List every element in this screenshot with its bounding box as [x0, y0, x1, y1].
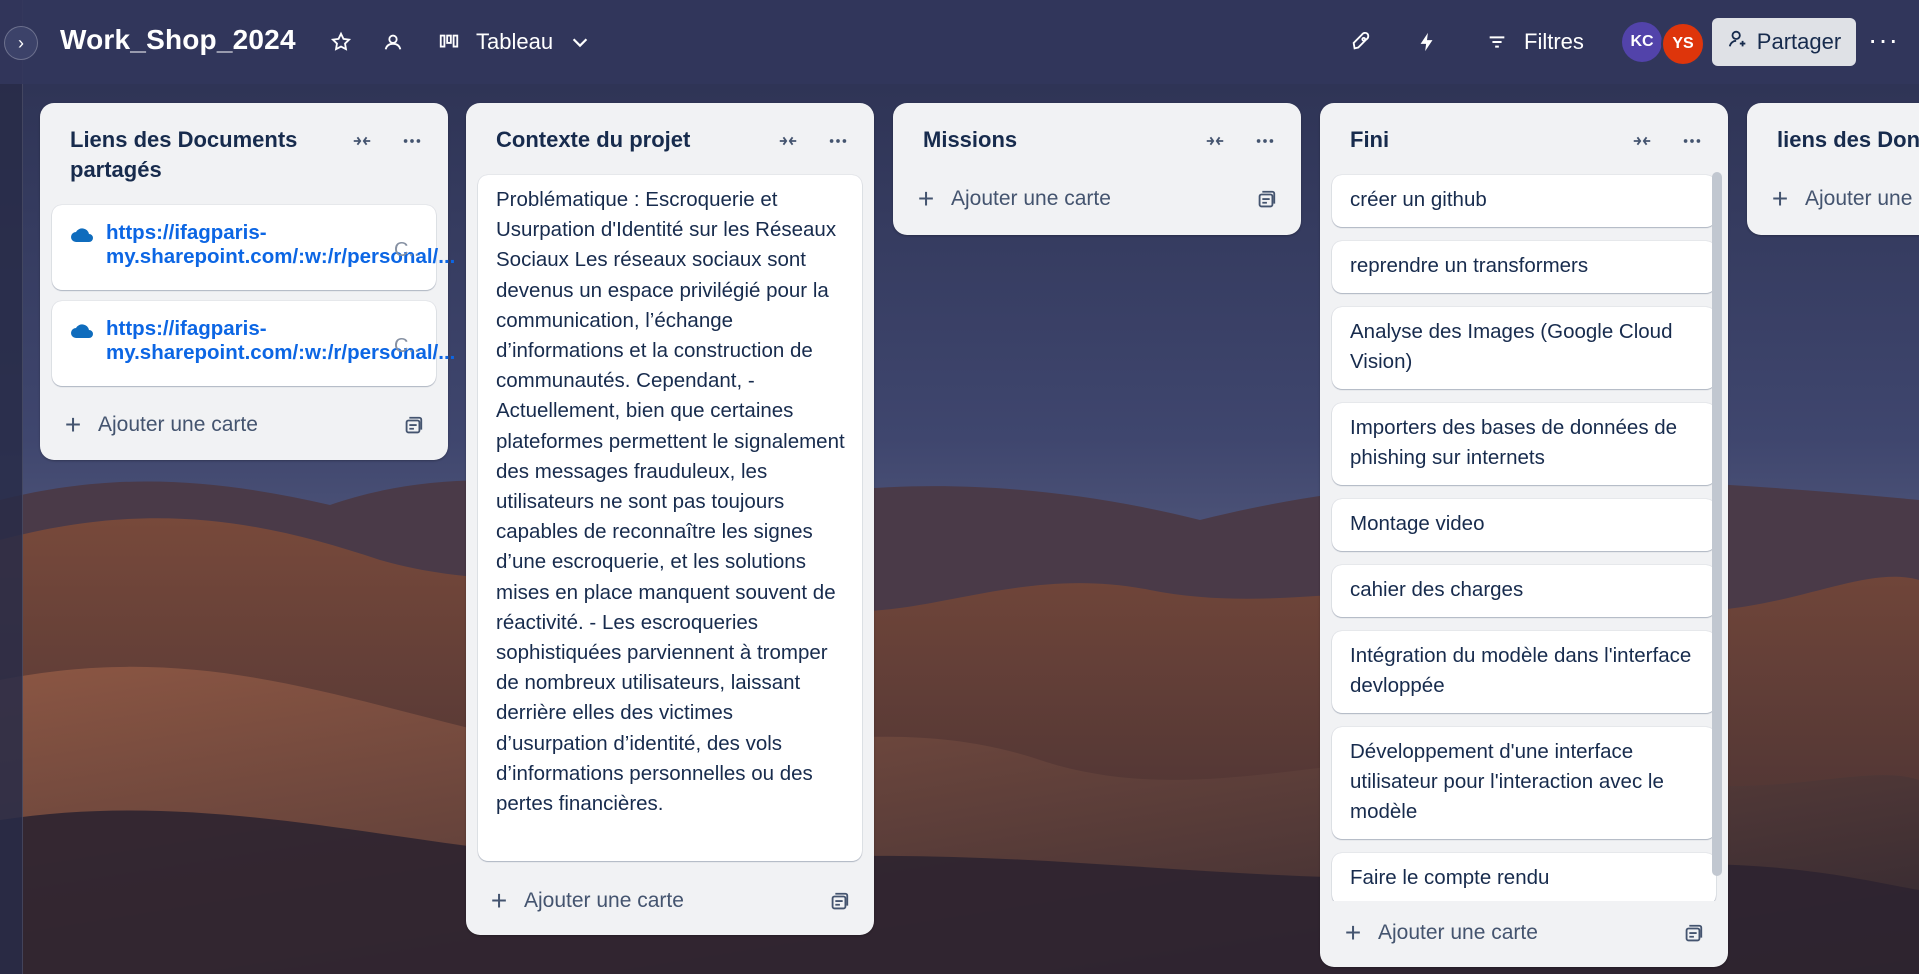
list-title[interactable]: Missions — [923, 125, 1193, 155]
chevron-down-icon — [563, 25, 597, 59]
task-card[interactable]: Faire le compte rendu — [1332, 853, 1716, 901]
card-text: créer un github — [1350, 188, 1487, 211]
add-card-button[interactable]: + Ajouter une carte — [488, 885, 684, 917]
list-title[interactable]: Liens des Documents partagés — [70, 125, 340, 185]
list-title[interactable]: liens des Donn — [1777, 125, 1919, 155]
card-text: cahier des charges — [1350, 578, 1524, 601]
card-template-icon[interactable] — [402, 415, 424, 437]
left-sidebar-strip — [0, 0, 23, 974]
view-switcher-button[interactable]: Tableau — [432, 25, 597, 59]
task-card[interactable]: cahier des charges — [1332, 565, 1716, 617]
collapse-list-icon[interactable] — [1628, 129, 1656, 153]
chevron-right-icon: › — [18, 32, 24, 53]
avatar-initials: KC — [1630, 33, 1654, 50]
add-card-button[interactable]: + Ajouter une carte — [1342, 917, 1538, 949]
collapse-list-icon[interactable] — [1201, 129, 1229, 153]
task-card[interactable]: Importers des bases de données de phishi… — [1332, 403, 1716, 485]
list-menu-icon[interactable] — [1251, 129, 1279, 153]
task-card[interactable]: Développement d'une interface utilisateu… — [1332, 727, 1716, 839]
share-button[interactable]: Partager — [1712, 18, 1856, 66]
add-card-button[interactable]: + Ajouter une — [1769, 183, 1913, 215]
board-view-icon — [432, 25, 466, 59]
filter-icon — [1480, 25, 1514, 59]
task-card[interactable]: Analyse des Images (Google Cloud Vision) — [1332, 307, 1716, 389]
list-liens-donnees: liens des Donn + Ajouter une — [1747, 103, 1919, 235]
card-text: Problématique : Escroquerie et Usurpatio… — [496, 188, 845, 816]
card-text: reprendre un transformers — [1350, 254, 1589, 277]
add-user-icon — [1727, 28, 1749, 56]
avatar-ys[interactable]: YS — [1661, 22, 1705, 66]
card-text: Importers des bases de données de phishi… — [1350, 416, 1678, 469]
card-text: Développement d'une interface utilisateu… — [1350, 740, 1664, 823]
task-card[interactable]: reprendre un transformers — [1332, 241, 1716, 293]
plus-icon: + — [490, 885, 508, 916]
collapse-list-icon[interactable] — [348, 129, 376, 153]
list-fini: Fini créer un github reprendre un transf… — [1320, 103, 1728, 967]
share-label: Partager — [1756, 29, 1842, 54]
list-contexte-projet: Contexte du projet Problématique : Escro… — [466, 103, 874, 935]
power-ups-button[interactable] — [1344, 25, 1378, 59]
lightning-icon — [1410, 25, 1444, 59]
card-link[interactable]: https://ifagparis-my.sharepoint.com/:w:/… — [106, 221, 455, 269]
list-menu-icon[interactable] — [824, 129, 852, 153]
more-menu-button[interactable]: ··· — [1868, 24, 1899, 56]
list-menu-icon[interactable] — [398, 129, 426, 153]
add-card-label: Ajouter une carte — [951, 187, 1111, 210]
card-text: Intégration du modèle dans l'interface d… — [1350, 644, 1692, 697]
plus-icon: + — [64, 409, 82, 440]
add-card-button[interactable]: + Ajouter une carte — [62, 409, 258, 441]
star-icon — [324, 25, 358, 59]
task-card[interactable]: créer un github — [1332, 175, 1716, 227]
list-missions: Missions + Ajouter une carte — [893, 103, 1301, 235]
add-card-label: Ajouter une carte — [524, 889, 684, 912]
plus-icon: + — [1344, 917, 1362, 948]
add-card-label: Ajouter une carte — [98, 413, 258, 436]
automation-button[interactable] — [1410, 25, 1444, 59]
expand-sidebar-button[interactable]: › — [4, 26, 38, 60]
star-button[interactable] — [324, 25, 358, 59]
card-link-tail: C.. — [394, 335, 420, 357]
task-card[interactable]: Montage video — [1332, 499, 1716, 551]
list-title[interactable]: Fini — [1350, 125, 1620, 155]
filters-button[interactable]: Filtres — [1480, 25, 1584, 59]
avatar-initials: YS — [1672, 35, 1694, 52]
view-label: Tableau — [476, 29, 554, 54]
avatar-kc[interactable]: KC — [1622, 22, 1662, 62]
plus-icon: + — [917, 183, 935, 214]
list-scrollbar[interactable] — [1712, 172, 1722, 876]
card-link-tail: C.. — [394, 239, 420, 261]
team-visibility-icon — [376, 25, 410, 59]
link-card[interactable]: https://ifagparis-my.sharepoint.com/:w:/… — [52, 205, 455, 290]
card-text: Montage video — [1350, 512, 1485, 535]
cloud-icon — [71, 324, 93, 338]
cloud-icon — [71, 228, 93, 242]
card-template-icon[interactable] — [1682, 923, 1704, 945]
card-link[interactable]: https://ifagparis-my.sharepoint.com/:w:/… — [106, 317, 455, 365]
link-card[interactable]: https://ifagparis-my.sharepoint.com/:w:/… — [52, 301, 455, 386]
board-title[interactable]: Work_Shop_2024 — [60, 24, 296, 56]
plus-icon: + — [1771, 183, 1789, 214]
board-header: › Work_Shop_2024 Tableau Filtres KC YS P… — [0, 0, 1919, 84]
list-liens-documents: Liens des Documents partagés https://ifa… — [40, 103, 455, 460]
card-text: Analyse des Images (Google Cloud Vision) — [1350, 320, 1673, 373]
card-scroll-area[interactable]: créer un github reprendre un transformer… — [1320, 173, 1728, 901]
visibility-button[interactable] — [376, 25, 410, 59]
add-card-button[interactable]: + Ajouter une carte — [915, 183, 1111, 215]
card-text: Faire le compte rendu — [1350, 866, 1550, 889]
rocket-icon — [1344, 25, 1378, 59]
collapse-list-icon[interactable] — [774, 129, 802, 153]
filters-label: Filtres — [1524, 29, 1584, 54]
card-template-icon[interactable] — [1255, 189, 1277, 211]
add-card-label: Ajouter une — [1805, 187, 1913, 210]
add-card-label: Ajouter une carte — [1378, 921, 1538, 944]
context-card[interactable]: Problématique : Escroquerie et Usurpatio… — [478, 175, 862, 861]
list-title[interactable]: Contexte du projet — [496, 125, 766, 155]
task-card[interactable]: Intégration du modèle dans l'interface d… — [1332, 631, 1716, 713]
list-menu-icon[interactable] — [1678, 129, 1706, 153]
card-template-icon[interactable] — [828, 891, 850, 913]
